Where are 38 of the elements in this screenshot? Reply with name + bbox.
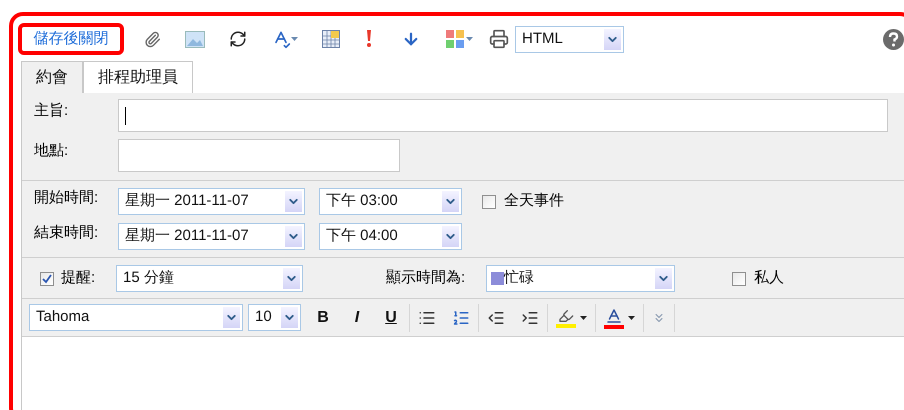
field-label: 提醒: <box>61 268 96 288</box>
save-close-button[interactable]: 儲存後關閉 <box>18 23 124 55</box>
checkbox-label: 全天事件 <box>504 191 564 212</box>
font-select[interactable]: Tahoma <box>29 304 243 331</box>
calendar-icon[interactable] <box>322 30 340 48</box>
checkbox[interactable] <box>40 272 54 286</box>
exclamation-icon[interactable] <box>366 30 372 48</box>
refresh-icon[interactable] <box>229 30 247 48</box>
format-select[interactable]: HTML <box>515 26 624 52</box>
printer-icon[interactable] <box>489 29 509 49</box>
format-button[interactable]: I <box>347 306 367 330</box>
field-label: 開始時間: <box>34 188 100 208</box>
date-select[interactable]: 星期一 2011-11-07 <box>118 188 305 215</box>
arrow-down-icon[interactable] <box>402 30 420 48</box>
show-as-select[interactable]: 忙碌 <box>486 265 675 292</box>
format-button[interactable]: B <box>313 306 333 330</box>
time-select[interactable]: 下午 03:00 <box>319 188 462 215</box>
numbered-list-icon[interactable] <box>452 308 470 326</box>
checkbox[interactable] <box>482 194 496 208</box>
highlighter-icon[interactable] <box>556 308 587 328</box>
tab[interactable]: 排程助理員 <box>83 61 193 93</box>
font-size-select[interactable]: 10 <box>248 304 301 331</box>
field-label: 結束時間: <box>34 223 100 244</box>
tab[interactable]: 約會 <box>21 61 83 93</box>
color-grid-icon[interactable] <box>446 30 473 48</box>
reminder-select[interactable]: 15 分鐘 <box>116 265 303 292</box>
checkbox[interactable] <box>732 272 746 286</box>
format-button[interactable]: U <box>381 306 401 330</box>
field-label: 顯示時間為: <box>386 268 466 288</box>
paperclip-icon[interactable] <box>144 30 161 48</box>
field-label: 主旨: <box>34 101 70 122</box>
help-icon[interactable] <box>883 28 904 50</box>
date-select[interactable]: 星期一 2011-11-07 <box>118 223 305 250</box>
checkbox-label: 私人 <box>754 268 784 288</box>
field-label: 地點: <box>34 141 70 162</box>
text-cursor <box>125 106 126 124</box>
font-color-icon[interactable] <box>604 306 635 328</box>
time-select[interactable]: 下午 04:00 <box>319 223 462 250</box>
